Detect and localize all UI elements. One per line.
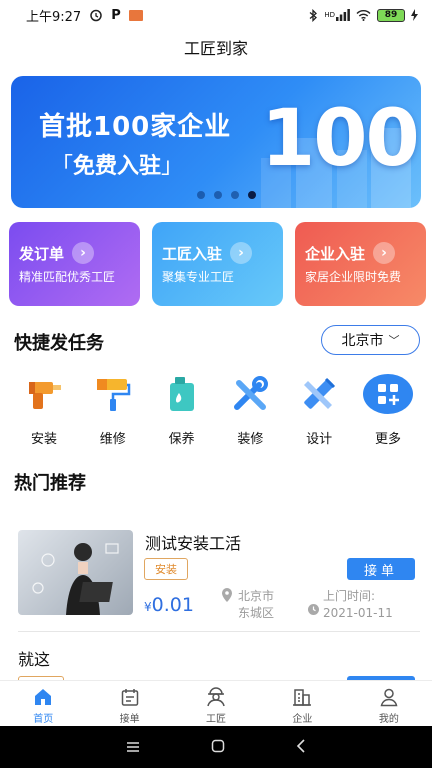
arrow-right-icon: › [72,242,95,264]
task-install[interactable]: 安装 [10,374,78,447]
banner-dot-active[interactable] [248,191,256,199]
back-icon[interactable] [296,738,306,757]
calendar-icon [119,686,141,708]
visit-time-value: 2021-01-11 [323,606,393,620]
tab-label: 首页 [33,714,54,725]
job-title: 测试安装工活 [145,534,242,553]
clock-icon [308,604,319,622]
city-selector[interactable]: 北京市 ﹀ [321,325,420,355]
promo-banner[interactable]: 首批100家企业 「免费入驻」 100 [11,76,421,208]
banner-dot[interactable] [231,191,239,199]
card-subtitle: 聚集专业工匠 [162,270,235,284]
card-post-order[interactable]: 发订单 › 精准匹配优秀工匠 [9,222,140,306]
job-title: 就这 [18,650,51,669]
tab-orders[interactable]: 接单 [86,681,172,726]
banner-big-number: 100 [261,94,420,184]
tab-label: 接单 [119,714,140,725]
status-bar: 上午9:27 P HD 89 [0,0,432,30]
city-label: 北京市 [341,333,384,349]
task-design[interactable]: 设计 [285,374,353,447]
arrow-right-icon: › [373,242,396,264]
oil-can-icon [162,374,202,414]
hot-title: 热门推荐 [14,473,86,494]
card-title: 企业入驻 [305,244,366,263]
accept-order-button[interactable]: 接单 [347,558,415,580]
banner-dot[interactable] [197,191,205,199]
building-icon [291,686,313,708]
price-value: 0.01 [151,594,194,616]
signal-icon: HD [324,9,350,21]
app-notification-icon: P [111,7,121,23]
card-title: 发订单 [19,244,65,263]
tab-label: 工匠 [206,714,227,725]
card-subtitle: 精准匹配优秀工匠 [19,270,116,284]
currency-symbol: ¥ [144,600,152,614]
image-notification-icon [128,9,143,21]
tab-company[interactable]: 企业 [259,681,345,726]
tab-home[interactable]: 首页 [0,681,86,726]
task-label: 维修 [99,432,126,447]
task-more[interactable]: 更多 [354,374,422,447]
location-city: 北京市 [238,589,275,603]
home-button-icon[interactable] [211,738,225,757]
task-repair[interactable]: 维修 [79,374,147,447]
banner-subline: 「免费入驻」 [51,148,183,180]
list-item[interactable]: 就这 [18,646,420,680]
chevron-down-icon: ﹀ [388,334,400,347]
task-label: 更多 [374,432,401,447]
card-title: 工匠入驻 [162,244,223,263]
card-company-join[interactable]: 企业入驻 › 家居企业限时免费 [295,222,426,306]
grid-plus-icon [362,374,413,414]
system-nav-bar [0,726,432,768]
paint-roller-icon [93,374,133,414]
wifi-icon [356,9,371,21]
tab-profile[interactable]: 我的 [346,681,432,726]
banner-headline: 首批100家企业 [39,112,232,142]
banner-bracket-right: 」 [161,154,184,179]
menu-icon[interactable] [126,738,140,757]
job-location: 北京市 东城区 [222,588,274,622]
job-thumbnail [18,530,133,615]
location-pin-icon [222,588,232,622]
user-icon [378,686,400,708]
card-subtitle: 家居企业限时免费 [305,270,402,284]
tab-label: 我的 [378,714,399,725]
location-district: 东城区 [238,606,275,620]
network-label: HD [324,11,335,19]
alarm-icon [89,8,103,22]
banner-dot[interactable] [214,191,222,199]
tools-icon [230,374,270,414]
tab-craftsman[interactable]: 工匠 [173,681,259,726]
card-craftsman-join[interactable]: 工匠入驻 › 聚集专业工匠 [152,222,283,306]
charging-icon [411,9,418,21]
battery-indicator: 89 [377,8,405,22]
app-title: 工匠到家 [183,39,248,58]
bluetooth-icon [309,8,318,22]
bottom-tab-bar: 首页 接单 工匠 企业 我的 [0,680,432,726]
drill-icon [24,374,64,414]
task-label: 保养 [168,432,195,447]
job-category-tag: 安装 [144,558,188,580]
visit-time-label: 上门时间: [323,589,376,603]
quick-task-title: 快捷发任务 [14,333,104,354]
banner-bracket-left: 「 [51,154,74,179]
home-icon [32,686,54,708]
task-label: 设计 [306,432,333,447]
task-decoration[interactable]: 装修 [216,374,284,447]
task-maintenance[interactable]: 保养 [148,374,216,447]
tab-label: 企业 [292,714,313,725]
ruler-pencil-icon [299,374,339,414]
banner-pagination [197,191,256,199]
job-price: ¥0.01 [144,594,194,616]
job-visit-time: 上门时间: 2021-01-11 [308,588,393,622]
feature-cards: 发订单 › 精准匹配优秀工匠 工匠入驻 › 聚集专业工匠 企业入驻 › 家居企业限时免… [9,222,427,306]
worker-icon [205,686,227,708]
task-label: 装修 [237,432,264,447]
quick-task-grid: 安装 维修 保养 装修 设计 更多 [10,374,422,447]
banner-subline-text: 免费入驻 [73,154,162,179]
arrow-right-icon: › [230,242,253,264]
status-time: 上午9:27 [26,9,82,25]
task-label: 安装 [30,432,57,447]
list-item[interactable]: 测试安装工活 安装 ¥0.01 北京市 东城区 上门时间: 2021-01-11… [18,530,420,632]
